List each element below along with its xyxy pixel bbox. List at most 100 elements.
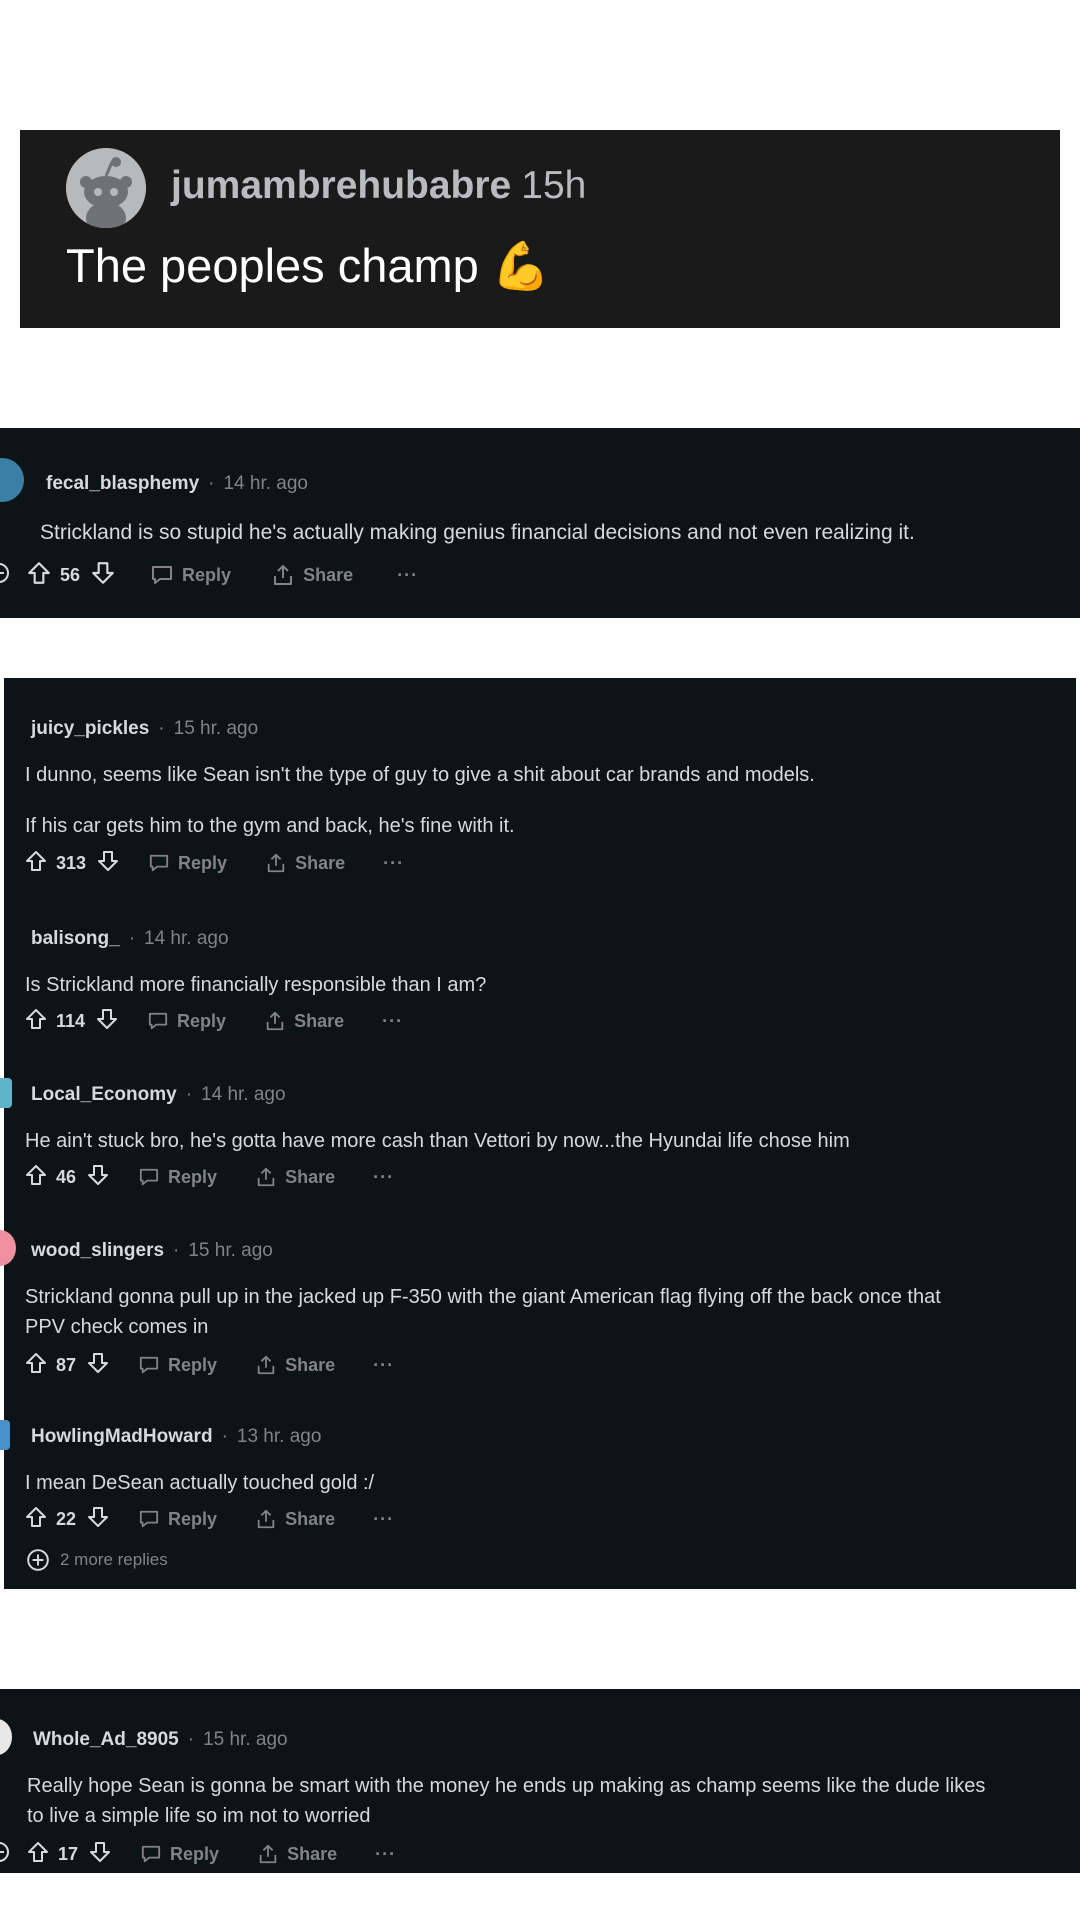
downvote-icon[interactable] [86, 1351, 110, 1380]
upvote-icon[interactable] [26, 560, 52, 591]
reply-button[interactable]: Reply [138, 1355, 217, 1376]
separator-dot: · [158, 718, 165, 739]
share-label: Share [287, 1843, 338, 1864]
comment-actions: 114 Reply Share ··· [24, 1006, 403, 1036]
separator-dot: · [185, 1084, 193, 1105]
upvote-icon[interactable] [24, 1351, 48, 1380]
comment-timestamp: 14 hr. ago [144, 928, 229, 949]
comment-actions: 46 Reply Share ··· [24, 1162, 394, 1192]
comment-username[interactable]: Whole_Ad_8905 [33, 1729, 179, 1750]
comment-meta: fecal_blasphemy · 14 hr. ago [46, 473, 308, 495]
share-icon [267, 853, 285, 873]
avatar[interactable] [0, 1719, 12, 1755]
expand-icon[interactable] [0, 562, 10, 589]
share-icon [257, 1355, 275, 1375]
comment-body-line: I dunno, seems like Sean isn't the type … [25, 764, 815, 786]
flexed-biceps-emoji: 💪 [491, 239, 551, 292]
more-options-icon[interactable]: ··· [375, 1844, 396, 1865]
downvote-icon[interactable] [96, 849, 120, 878]
comment-timestamp: 14 hr. ago [201, 1084, 286, 1105]
reply-icon [148, 1012, 168, 1030]
share-button[interactable]: Share [265, 852, 345, 874]
avatar[interactable] [0, 1230, 16, 1266]
comment-timestamp: 15 hr. ago [173, 718, 259, 739]
post-username[interactable]: jumambrehubabre [171, 164, 511, 207]
downvote-icon[interactable] [88, 1840, 112, 1869]
share-button[interactable]: Share [264, 1010, 344, 1032]
separator-dot: · [208, 473, 215, 494]
separator-dot: · [221, 1426, 228, 1447]
more-options-icon[interactable]: ··· [373, 1355, 394, 1376]
reply-label: Reply [168, 1508, 218, 1529]
share-button[interactable]: Share [255, 1508, 335, 1530]
reply-icon [141, 1845, 161, 1863]
reply-button[interactable]: Reply [147, 1011, 226, 1032]
comment-body-line: If his car gets him to the gym and back,… [25, 815, 515, 837]
comment-username[interactable]: Local_Economy [31, 1084, 177, 1105]
upvote-icon[interactable] [26, 1840, 50, 1869]
avatar[interactable] [0, 1078, 12, 1108]
reply-button[interactable]: Reply [140, 1844, 219, 1865]
reply-button[interactable]: Reply [138, 1167, 217, 1188]
more-options-icon[interactable]: ··· [382, 1011, 403, 1032]
vote-score: 56 [60, 564, 81, 585]
comment-body: Strickland is so stupid he's actually ma… [40, 521, 915, 544]
vote-score: 114 [56, 1010, 86, 1031]
avatar[interactable] [66, 148, 146, 228]
comment-body-line: I mean DeSean actually touched gold :/ [25, 1472, 375, 1494]
post-username-row: jumambrehubabre 15h [171, 164, 586, 208]
plus-circle-icon [27, 1549, 49, 1571]
avatar[interactable] [0, 1420, 10, 1450]
upvote-icon[interactable] [24, 849, 48, 878]
comment-username[interactable]: juicy_pickles [31, 718, 149, 739]
comment-username[interactable]: wood_slingers [31, 1240, 164, 1261]
reply-label: Reply [182, 564, 232, 585]
downvote-icon[interactable] [86, 1505, 110, 1534]
reply-label: Reply [170, 1843, 220, 1864]
comment-username[interactable]: balisong_ [31, 928, 120, 949]
share-button[interactable]: Share [255, 1166, 335, 1188]
vote-score: 46 [56, 1166, 77, 1187]
post-timestamp: 15h [521, 164, 587, 207]
upvote-icon[interactable] [24, 1163, 48, 1192]
post-body: The peoples champ [66, 239, 479, 292]
comment-meta: balisong_ · 14 hr. ago [31, 928, 229, 950]
reply-button[interactable]: Reply [150, 564, 231, 586]
downvote-icon[interactable] [86, 1163, 110, 1192]
reply-icon [139, 1356, 159, 1374]
avatar[interactable] [0, 458, 24, 502]
share-label: Share [303, 564, 354, 585]
more-options-icon[interactable]: ··· [373, 1509, 394, 1530]
reply-button[interactable]: Reply [138, 1509, 217, 1530]
comment-panel-2: juicy_pickles · 15 hr. ago I dunno, seems … [0, 678, 1076, 1589]
upvote-icon[interactable] [24, 1007, 48, 1036]
downvote-icon[interactable] [90, 560, 116, 591]
comment-meta: HowlingMadHoward · 13 hr. ago [31, 1426, 321, 1448]
share-button[interactable]: Share [257, 1843, 337, 1865]
reply-button[interactable]: Reply [148, 853, 227, 874]
comment-actions: 56 Reply Share ··· [0, 560, 418, 590]
share-label: Share [285, 1354, 336, 1375]
reply-icon [139, 1510, 159, 1528]
comment-meta: wood_slingers · 15 hr. ago [31, 1240, 273, 1262]
comment-meta: juicy_pickles · 15 hr. ago [31, 718, 258, 740]
vote-score: 17 [58, 1843, 79, 1864]
comment-body-line: Is Strickland more financially responsib… [25, 974, 487, 996]
share-button[interactable]: Share [271, 563, 353, 587]
more-replies-button[interactable]: 2 more replies [26, 1548, 168, 1572]
upvote-icon[interactable] [24, 1505, 48, 1534]
comment-body-line: PPV check comes in [25, 1316, 209, 1338]
more-options-icon[interactable]: ··· [383, 853, 404, 874]
comment-username[interactable]: fecal_blasphemy [46, 473, 199, 494]
share-icon [274, 565, 293, 585]
downvote-icon[interactable] [95, 1007, 119, 1036]
more-options-icon[interactable]: ··· [397, 565, 418, 586]
share-icon [266, 1011, 284, 1031]
snoo-avatar-icon [66, 148, 146, 228]
more-options-icon[interactable]: ··· [373, 1167, 394, 1188]
comment-actions: 87 Reply Share ··· [24, 1350, 394, 1380]
vote-score: 87 [56, 1354, 77, 1375]
comment-username[interactable]: HowlingMadHoward [31, 1426, 213, 1447]
expand-icon[interactable] [0, 1841, 10, 1868]
share-button[interactable]: Share [255, 1354, 335, 1376]
